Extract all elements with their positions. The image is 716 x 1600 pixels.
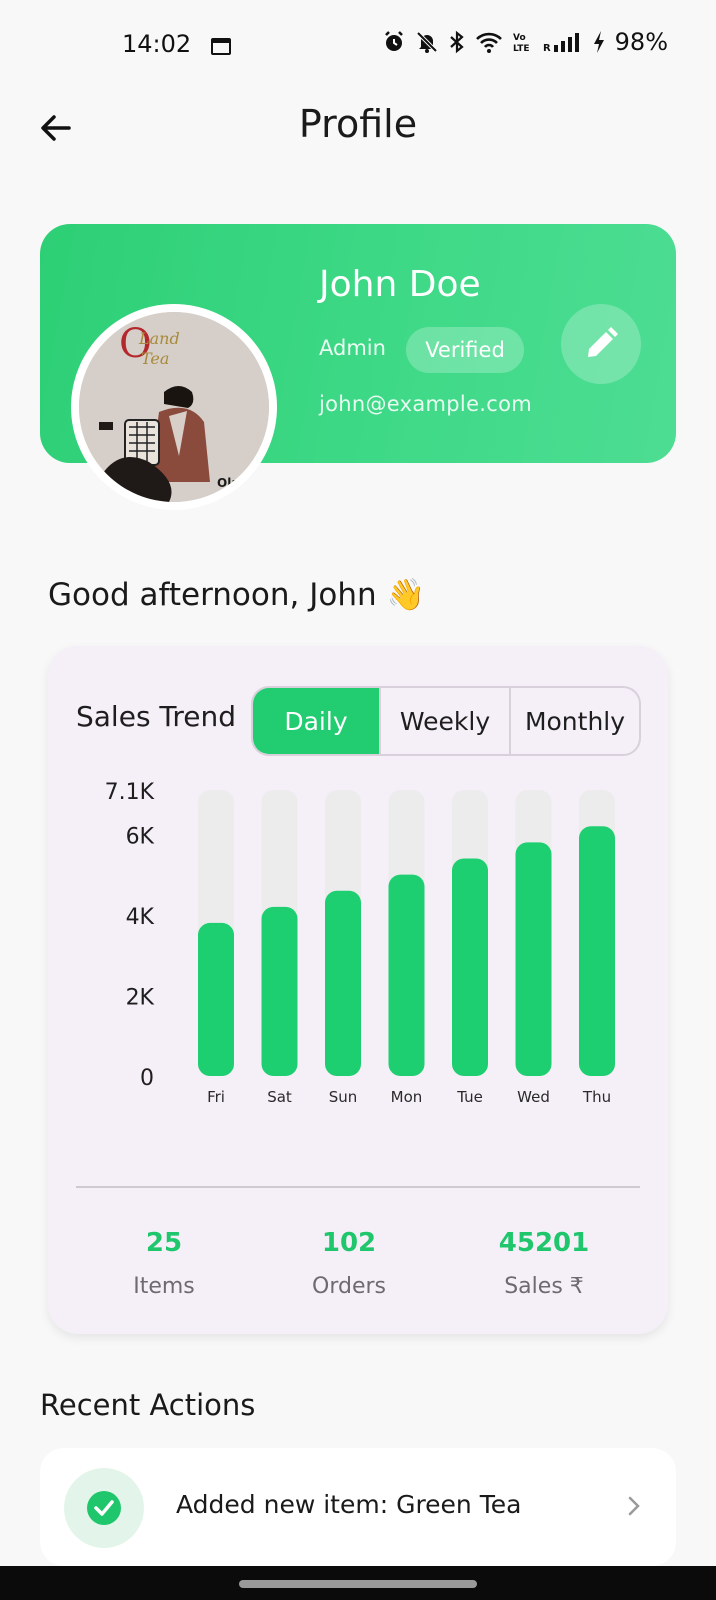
stat-items-value: 25 <box>145 1228 183 1258</box>
stat-orders-value: 102 <box>321 1228 377 1258</box>
sales-bar-chart: 0 2K 4K 6K 7.1K Fri Sat Sun Mon Tue Wed Thu <box>105 780 615 1106</box>
bar-tue[interactable] <box>452 858 488 1076</box>
check-circle-icon <box>87 1491 121 1525</box>
divider <box>76 1186 640 1188</box>
x-tick-label: Thu <box>582 1088 611 1106</box>
bar-sun[interactable] <box>325 890 361 1076</box>
y-tick-label: 6K <box>126 824 155 849</box>
y-tick-label: 4K <box>126 905 155 930</box>
x-tick-label: Tue <box>456 1088 483 1106</box>
x-tick-label: Mon <box>391 1088 423 1106</box>
stat-sales-value: 45201 <box>498 1228 590 1258</box>
recent-action-text: Added new item: Green Tea <box>176 1490 522 1519</box>
x-tick-label: Fri <box>207 1088 225 1106</box>
x-tick-label: Wed <box>517 1088 550 1106</box>
action-icon-container <box>64 1468 144 1548</box>
stat-orders-label: Orders <box>312 1274 386 1299</box>
gesture-handle[interactable] <box>239 1580 477 1588</box>
y-tick-label: 7.1K <box>105 780 155 805</box>
bar-mon[interactable] <box>388 874 425 1076</box>
bar-thu[interactable] <box>579 826 615 1076</box>
y-tick-label: 0 <box>140 1066 154 1091</box>
x-tick-label: Sun <box>329 1088 358 1106</box>
stat-orders: 102 Orders <box>259 1228 439 1299</box>
stat-items: 25 Items <box>74 1228 254 1299</box>
x-tick-label: Sat <box>267 1088 292 1106</box>
y-tick-label: 2K <box>126 985 155 1010</box>
stat-sales: 45201 Sales ₹ <box>454 1228 634 1299</box>
bar-fri[interactable] <box>198 922 234 1076</box>
stat-items-label: Items <box>133 1274 195 1299</box>
chevron-right-icon <box>624 1494 644 1522</box>
stat-sales-label: Sales ₹ <box>504 1274 584 1299</box>
bar-sat[interactable] <box>261 906 298 1076</box>
recent-actions-title: Recent Actions <box>40 1388 256 1422</box>
bar-wed[interactable] <box>515 842 552 1076</box>
